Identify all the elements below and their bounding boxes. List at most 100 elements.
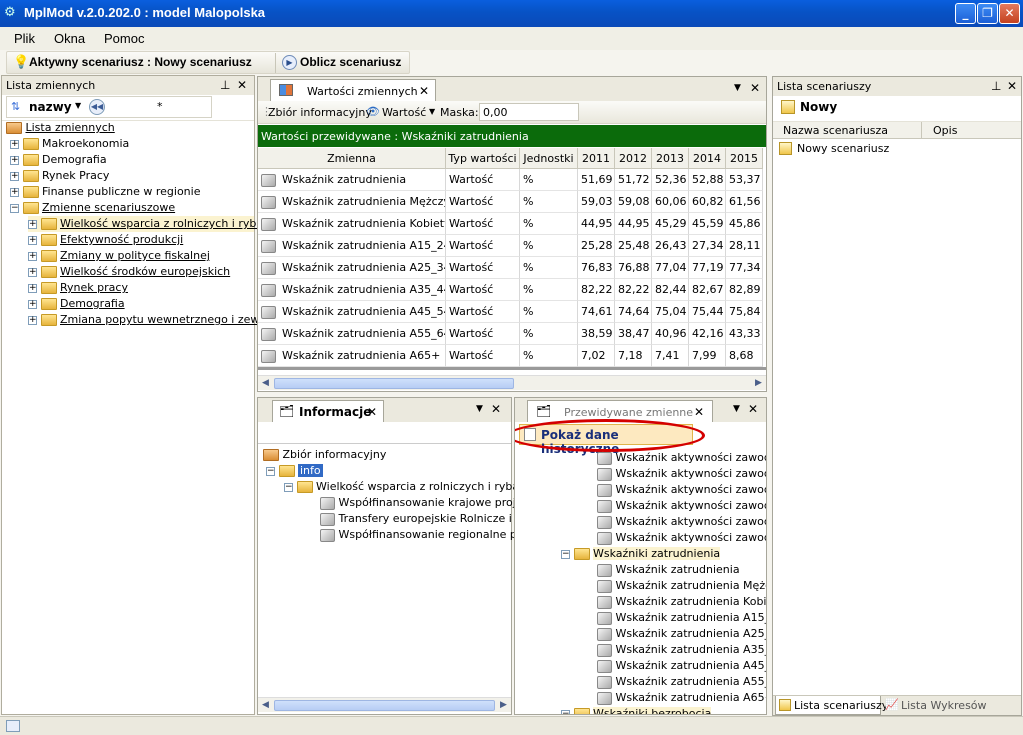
mask-input[interactable]: 0,00	[479, 103, 579, 121]
tab-lista-scenariuszy[interactable]: Lista scenariuszy	[775, 696, 888, 715]
vars-tree-leaf[interactable]: Wskaźnik aktywności zawodow	[597, 498, 766, 514]
table-cell[interactable]: %	[520, 191, 578, 213]
close-icon[interactable]: ✕	[750, 81, 760, 95]
expand-icon[interactable]: +	[10, 171, 19, 181]
table-cell[interactable]: 82,67	[689, 279, 726, 301]
wartosc-dropdown[interactable]: Wartość	[382, 106, 426, 119]
active-scenario-label[interactable]: Aktywny scenariusz : Nowy scenariusz	[29, 55, 252, 69]
expand-icon[interactable]: +	[10, 187, 19, 197]
tab-wartosci-zmiennych[interactable]: Wartości zmiennych ✕	[270, 79, 436, 101]
table-cell[interactable]: 25,48	[615, 235, 652, 257]
row-variable-cell[interactable]: Wskaźnik zatrudnienia Mężczyźni	[258, 191, 446, 213]
table-cell[interactable]: 51,69	[578, 169, 615, 191]
vars-tree-leaf[interactable]: Wskaźnik zatrudnienia	[597, 562, 740, 578]
vars-tree-leaf[interactable]: Wskaźnik zatrudnienia Kobiety	[597, 594, 766, 610]
expand-icon[interactable]: +	[28, 219, 37, 229]
rewind-icon[interactable]: ◀◀	[89, 99, 105, 115]
table-cell[interactable]: 38,59	[578, 323, 615, 345]
vars-tree-leaf[interactable]: Wskaźnik zatrudnienia Mężczyźi	[597, 578, 766, 594]
expand-icon[interactable]: +	[28, 299, 37, 309]
expand-icon[interactable]: +	[10, 139, 19, 149]
table-cell[interactable]: 76,88	[615, 257, 652, 279]
menu-okna[interactable]: Okna	[54, 31, 85, 46]
table-cell[interactable]: 28,11	[726, 235, 763, 257]
table-cell[interactable]: 25,28	[578, 235, 615, 257]
table-cell[interactable]: 77,34	[726, 257, 763, 279]
info-tree-folder[interactable]: − Wielkość wsparcia z rolniczych i rybac…	[284, 479, 535, 495]
row-variable-cell[interactable]: Wskaźnik zatrudnienia A55_64	[258, 323, 446, 345]
vars-tree-leaf[interactable]: Wskaźnik zatrudnienia A35_44	[597, 642, 766, 658]
column-header[interactable]: 2015	[726, 148, 763, 169]
close-button[interactable]: ✕	[999, 3, 1020, 24]
table-cell[interactable]: Wartość	[446, 191, 520, 213]
table-cell[interactable]: %	[520, 279, 578, 301]
table-cell[interactable]: Wartość	[446, 323, 520, 345]
column-header[interactable]: 2014	[689, 148, 726, 169]
table-cell[interactable]: 61,56	[726, 191, 763, 213]
collapse-icon[interactable]: −	[284, 482, 293, 492]
vars-tree-leaf[interactable]: Wskaźnik aktywności zawodow	[597, 450, 766, 466]
pin-icon[interactable]: ⊥	[220, 78, 230, 92]
table-cell[interactable]: 77,19	[689, 257, 726, 279]
close-icon[interactable]: ✕	[748, 402, 758, 416]
table-cell[interactable]: 74,64	[615, 301, 652, 323]
sort-dropdown[interactable]: nazwy	[29, 100, 72, 114]
vars-tree-leaf[interactable]: Wskaźnik zatrudnienia A25_34	[597, 626, 766, 642]
tree-item-finanse[interactable]: + Finanse publiczne w regionie	[10, 184, 200, 200]
expand-icon[interactable]: +	[28, 315, 37, 325]
row-variable-cell[interactable]: Wskaźnik zatrudnienia Kobiety	[258, 213, 446, 235]
table-cell[interactable]: 44,95	[578, 213, 615, 235]
vars-tree-leaf[interactable]: Wskaźnik zatrudnienia A45_54	[597, 658, 766, 674]
expand-icon[interactable]: +	[28, 283, 37, 293]
table-cell[interactable]: 59,03	[578, 191, 615, 213]
table-cell[interactable]: Wartość	[446, 169, 520, 191]
vars-tree-folder[interactable]: − Wskaźniki bezrobocia	[561, 706, 712, 714]
table-cell[interactable]: 53,37	[726, 169, 763, 191]
table-cell[interactable]: 38,47	[615, 323, 652, 345]
row-variable-cell[interactable]: Wskaźnik zatrudnienia A25_34	[258, 257, 446, 279]
table-cell[interactable]: 45,29	[652, 213, 689, 235]
vars-tree-leaf[interactable]: Wskaźnik zatrudnienia A55_64	[597, 674, 766, 690]
vars-tree-folder[interactable]: − Wskaźniki zatrudnienia	[561, 546, 721, 562]
close-tab-icon[interactable]: ✕	[694, 405, 704, 419]
chevron-down-icon[interactable]: ▼	[429, 107, 435, 116]
vars-tree-leaf[interactable]: Wskaźnik aktywności zawodow	[597, 514, 766, 530]
table-cell[interactable]: 82,89	[726, 279, 763, 301]
vars-tree-leaf[interactable]: Wskaźnik aktywności zawodow	[597, 482, 766, 498]
info-tree-leaf[interactable]: Transfery europejskie Rolnicze i ryba	[320, 511, 540, 527]
table-cell[interactable]: 7,41	[652, 345, 689, 367]
close-tab-icon[interactable]: ✕	[419, 84, 429, 98]
row-variable-cell[interactable]: Wskaźnik zatrudnienia A15_24	[258, 235, 446, 257]
table-cell[interactable]: Wartość	[446, 213, 520, 235]
column-header[interactable]: Zmienna	[258, 148, 446, 169]
chevron-down-icon[interactable]: ▼	[733, 404, 740, 414]
table-cell[interactable]: 51,72	[615, 169, 652, 191]
collapse-icon[interactable]: −	[561, 549, 570, 559]
pin-icon[interactable]: ⊥	[991, 79, 1001, 93]
close-icon[interactable]: ✕	[491, 402, 501, 416]
table-cell[interactable]: Wartość	[446, 301, 520, 323]
info-tree-root[interactable]: Zbiór informacyjny	[263, 447, 386, 463]
info-tree-info[interactable]: − info	[266, 463, 323, 479]
expand-icon[interactable]: +	[10, 155, 19, 165]
table-cell[interactable]: %	[520, 345, 578, 367]
table-cell[interactable]: Wartość	[446, 257, 520, 279]
row-variable-cell[interactable]: Wskaźnik zatrudnienia A45_54	[258, 301, 446, 323]
calculate-scenario-button[interactable]: Oblicz scenariusz	[300, 55, 401, 69]
chevron-down-icon[interactable]: ▼	[476, 404, 483, 414]
table-cell[interactable]: 45,59	[689, 213, 726, 235]
tree-subitem[interactable]: + Zmiany w polityce fiskalnej	[28, 248, 210, 264]
table-cell[interactable]: 27,34	[689, 235, 726, 257]
minimize-button[interactable]: _	[955, 3, 976, 24]
info-hscrollbar[interactable]: ◀ ▶	[258, 697, 511, 712]
collapse-icon[interactable]: −	[561, 709, 570, 714]
table-cell[interactable]: %	[520, 257, 578, 279]
expand-icon[interactable]: +	[28, 235, 37, 245]
vars-tree-leaf[interactable]: Wskaźnik aktywności zawodow	[597, 530, 766, 546]
table-cell[interactable]: 75,84	[726, 301, 763, 323]
tree-item-makroekonomia[interactable]: + Makroekonomia	[10, 136, 129, 152]
tree-subitem[interactable]: + Efektywność produkcji	[28, 232, 183, 248]
scroll-left-icon[interactable]: ◀	[258, 698, 273, 713]
close-icon[interactable]: ✕	[1007, 79, 1017, 93]
tree-item-rynek-pracy[interactable]: + Rynek Pracy	[10, 168, 109, 184]
